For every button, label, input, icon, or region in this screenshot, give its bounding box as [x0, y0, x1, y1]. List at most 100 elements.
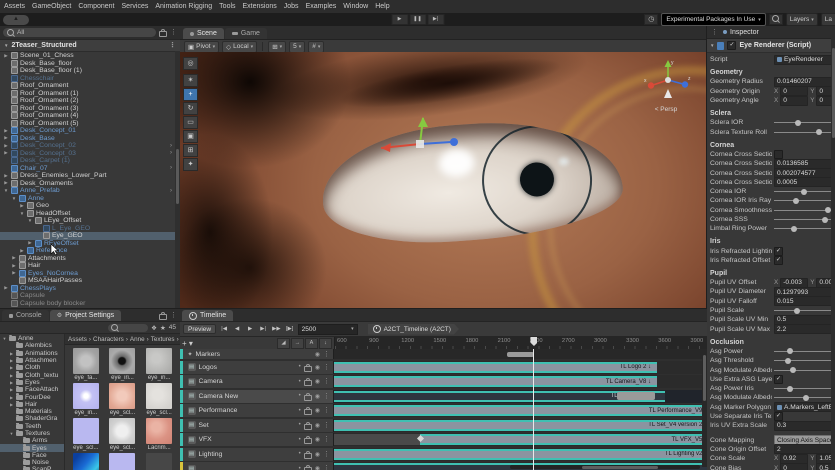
property-slider[interactable]	[774, 384, 832, 393]
prefab-chevron-icon[interactable]: ›	[170, 143, 172, 149]
orientation-gizmo[interactable]: x y z	[642, 56, 694, 104]
track-header[interactable]: ✦Markers◉⋮	[180, 349, 334, 359]
playhead[interactable]	[533, 349, 534, 470]
record-icon[interactable]: •	[299, 408, 301, 414]
hierarchy-item-roof-ornament[interactable]: Roof_Ornament	[0, 82, 180, 90]
track-content[interactable]: TL Camera_V8 ↓	[334, 375, 707, 388]
property-value-field[interactable]: 2.2	[774, 324, 832, 334]
layout-dropdown[interactable]: La	[821, 13, 835, 26]
menu-extensions[interactable]: Extensions	[243, 3, 277, 10]
track-content[interactable]: TL Lighting v2 ↓	[334, 448, 707, 461]
menu-component[interactable]: Component	[78, 3, 114, 10]
track-content[interactable]: TL Performance_V9 ↓	[334, 404, 707, 417]
property-checkbox[interactable]: ✓	[774, 247, 783, 256]
track-header[interactable]: ▤VFX•◉⋮	[180, 433, 334, 446]
foldout-icon[interactable]: ▶	[19, 203, 25, 209]
property-slider[interactable]	[774, 224, 832, 233]
eye-visibility-icon[interactable]: ◉	[315, 364, 320, 371]
lock-icon[interactable]	[304, 366, 312, 372]
move-gizmo[interactable]	[365, 114, 475, 172]
folder-cloth[interactable]: ▶Cloth	[0, 364, 64, 371]
foldout-icon[interactable]: ▶	[9, 387, 14, 392]
timeline-clip[interactable]: TL Performance_V9 ↓	[334, 405, 707, 416]
asset-item[interactable]	[106, 453, 140, 470]
property-value-field[interactable]: A.Markers_LeftEye (Tra	[774, 402, 832, 412]
lock-icon[interactable]	[159, 314, 167, 320]
property-slider[interactable]	[774, 347, 832, 356]
lock-icon[interactable]	[304, 453, 312, 459]
play-button[interactable]: ▶	[391, 14, 408, 25]
foldout-icon[interactable]: ▼	[19, 211, 25, 216]
scene-viewport[interactable]: ◎✶+↻▭▣⊞✦ x y z < Persp	[180, 52, 707, 308]
hierarchy-item-anne[interactable]: ▼Anne	[0, 195, 180, 203]
track-content[interactable]: TL Logo 2 ↓	[334, 361, 707, 374]
foldout-icon[interactable]: ▼	[11, 196, 17, 201]
property-value-field[interactable]: 0.0005	[774, 177, 832, 187]
track-header[interactable]: ▤Camera•◉⋮	[180, 375, 334, 388]
foldout-icon[interactable]: ▶	[3, 285, 9, 291]
asset-item[interactable]: eye_scl...	[69, 418, 103, 451]
hierarchy-item-capsule[interactable]: Capsule	[0, 292, 180, 300]
edit-mode-icon[interactable]: →	[291, 338, 304, 349]
lock-icon[interactable]	[304, 409, 312, 415]
step-button[interactable]: ▶|	[427, 14, 444, 25]
hierarchy-item-roof-ornament-4-[interactable]: Roof_Ornament (4)	[0, 112, 180, 120]
inspector-scrollbar[interactable]	[831, 38, 835, 470]
timeline-ruler[interactable]: 6009001200150018002100240027003000330036…	[335, 337, 707, 349]
eye-visibility-icon[interactable]: ◉	[315, 351, 320, 358]
play-button[interactable]: ▶	[244, 324, 256, 334]
property-slider[interactable]	[774, 128, 832, 137]
go-to-start-button[interactable]: |◀	[218, 324, 230, 334]
property-value-field[interactable]: EyeRenderer	[774, 55, 832, 65]
menu-assets[interactable]: Assets	[4, 3, 25, 10]
foldout-icon[interactable]: ▶	[3, 128, 9, 134]
tab-project-settings[interactable]: ⚙ Project Settings	[50, 310, 121, 321]
track-header[interactable]: ▤Performance•◉⋮	[180, 404, 334, 417]
menu-window[interactable]: Window	[343, 3, 368, 10]
property-slider[interactable]	[774, 118, 832, 127]
record-icon[interactable]: •	[299, 422, 301, 428]
record-icon[interactable]: •	[299, 451, 301, 457]
hierarchy-item-headoffset[interactable]: ▼HeadOffset	[0, 210, 180, 218]
track-header[interactable]: ▤•◉⋮	[180, 462, 334, 470]
hierarchy-item-chessplays[interactable]: ▶ChessPlays	[0, 285, 180, 293]
track-content[interactable]	[334, 349, 707, 359]
snap-settings-dropdown[interactable]: # ▾	[308, 41, 324, 53]
hierarchy-item-roof-ornament-3-[interactable]: Roof_Ornament (3)	[0, 105, 180, 113]
record-icon[interactable]: •	[299, 364, 301, 370]
foldout-icon[interactable]: ▶	[9, 402, 14, 407]
timeline-clip[interactable]: TL VFX_V5 ↓	[420, 434, 707, 445]
slider-knob[interactable]	[816, 129, 822, 135]
prefab-chevron-icon[interactable]: ›	[170, 165, 172, 171]
foldout-icon[interactable]: ▶	[9, 351, 14, 356]
record-icon[interactable]: •	[299, 437, 301, 443]
timeline-vscrollbar[interactable]	[702, 349, 707, 467]
prefab-chevron-icon[interactable]: ›	[170, 150, 172, 156]
breadcrumb-item[interactable]: Textures	[151, 336, 175, 343]
hierarchy-search-input[interactable]: All	[3, 28, 156, 37]
rotate-tool[interactable]: ↻	[183, 102, 198, 115]
snap-increment-dropdown[interactable]: 5 ▾	[289, 41, 305, 53]
foldout-icon[interactable]: ▶	[3, 180, 9, 186]
hierarchy-item-capsule-body-blocker[interactable]: Capsule body blocker	[0, 300, 180, 308]
timeline-clip[interactable]: TL Set_V4 version 2 ↓	[334, 420, 707, 431]
hierarchy-item-desk-ornaments[interactable]: ▶Desk_Ornaments	[0, 180, 180, 188]
hierarchy-item-chesschair[interactable]: Chesschair	[0, 75, 180, 83]
hierarchy-item-attachments[interactable]: ▶Attachments	[0, 255, 180, 263]
pivot-toggle[interactable]: ▣ Pivot ▾	[184, 41, 219, 53]
scene-header[interactable]: ▼ 2Teaser_Structured ⋮	[0, 40, 180, 52]
previous-frame-button[interactable]: ◀	[231, 324, 243, 334]
panel-menu-icon[interactable]: ⋮	[170, 312, 177, 319]
property-checkbox[interactable]: ✓	[774, 256, 783, 265]
next-frame-button[interactable]: ▶|	[257, 324, 269, 334]
slider-knob[interactable]	[791, 226, 797, 232]
tab-timeline[interactable]: Timeline	[182, 310, 233, 321]
foldout-icon[interactable]: ▶	[19, 248, 25, 254]
hierarchy-item-geo[interactable]: ▶Geo	[0, 202, 180, 210]
property-slider[interactable]	[774, 206, 832, 215]
tab-console[interactable]: Console	[2, 310, 49, 321]
favorites-icon[interactable]: ★	[160, 324, 166, 332]
folder-fourdee[interactable]: ▶FourDee	[0, 393, 64, 400]
folder-anne[interactable]: ▼Anne	[0, 335, 64, 342]
hierarchy-item-roof-ornament-5-[interactable]: Roof_Ornament (5)	[0, 120, 180, 128]
